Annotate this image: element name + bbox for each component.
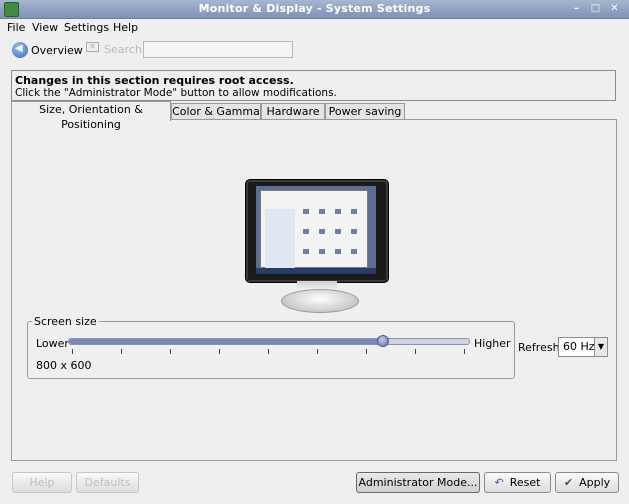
reset-button[interactable]: ↶ Reset — [484, 472, 551, 493]
slider-tick — [415, 349, 416, 354]
search-input[interactable] — [143, 41, 293, 58]
lower-label: Lower — [36, 337, 69, 350]
slider-tick — [170, 349, 171, 354]
menu-help[interactable]: Help — [113, 21, 138, 34]
preview-window — [260, 190, 368, 269]
refresh-label: Refresh: — [518, 341, 564, 354]
screen-size-group — [27, 321, 515, 379]
screen-size-label: Screen size — [32, 315, 99, 328]
menu-view[interactable]: View — [32, 21, 58, 34]
slider-fill — [69, 339, 382, 344]
reset-button-label: Reset — [509, 476, 541, 489]
monitor-preview-image — [245, 179, 389, 283]
resolution-value: 800 x 600 — [36, 359, 92, 372]
preview-icon — [335, 209, 341, 214]
reset-arrow-icon: ↶ — [494, 476, 504, 489]
notice-heading: Changes in this section requires root ac… — [15, 74, 294, 87]
slider-tick — [72, 349, 73, 354]
help-button[interactable]: Help — [12, 472, 72, 493]
close-icon[interactable]: ✕ — [608, 3, 621, 15]
menu-bar: File View Settings Help — [0, 19, 629, 37]
checkmark-icon: ✔ — [563, 476, 574, 489]
root-access-notice: Changes in this section requires root ac… — [11, 70, 616, 101]
notice-text: Click the "Administrator Mode" button to… — [15, 87, 337, 99]
defaults-button[interactable]: Defaults — [76, 472, 139, 493]
slider-tick — [268, 349, 269, 354]
help-button-label: Help — [29, 476, 55, 489]
admin-mode-label: Administrator Mode... — [358, 476, 478, 489]
slider-tick — [464, 349, 465, 354]
administrator-mode-button[interactable]: Administrator Mode... — [356, 472, 480, 493]
preview-icon — [335, 249, 341, 254]
tab-power-saving[interactable]: Power saving — [325, 103, 405, 120]
slider-tick — [121, 349, 122, 354]
preview-sidebar — [265, 209, 295, 269]
preview-icon — [335, 229, 341, 234]
overview-label: Overview — [31, 44, 83, 57]
chevron-down-icon[interactable]: ▼ — [594, 338, 607, 356]
slider-handle[interactable] — [376, 335, 389, 347]
title-bar: Monitor & Display - System Settings – □ … — [0, 0, 629, 19]
preview-icon — [351, 249, 357, 254]
refresh-rate-select[interactable]: 60 Hz ▼ — [558, 337, 608, 357]
menu-settings[interactable]: Settings — [64, 21, 109, 34]
preview-icon — [303, 209, 309, 214]
monitor-stand-base — [281, 289, 359, 313]
screen-size-slider[interactable] — [68, 335, 470, 347]
defaults-button-label: Defaults — [84, 476, 131, 489]
tab-hardware[interactable]: Hardware — [261, 103, 325, 120]
overview-button[interactable]: Overview — [11, 41, 83, 59]
slider-tick — [219, 349, 220, 354]
clear-search-icon[interactable]: ✕ — [86, 42, 99, 52]
back-arrow-icon — [12, 42, 28, 58]
preview-icon — [303, 249, 309, 254]
preview-icon — [351, 229, 357, 234]
higher-label: Higher — [474, 337, 511, 350]
preview-icon — [319, 249, 325, 254]
preview-icon — [319, 209, 325, 214]
minimize-icon[interactable]: – — [570, 3, 583, 15]
preview-icon — [351, 209, 357, 214]
apply-button-label: Apply — [579, 476, 611, 489]
slider-tick — [317, 349, 318, 354]
refresh-rate-value: 60 Hz — [563, 340, 595, 353]
apply-button[interactable]: ✔ Apply — [555, 472, 619, 493]
monitor-screen — [256, 186, 376, 274]
preview-icon — [303, 229, 309, 234]
menu-file[interactable]: File — [7, 21, 25, 34]
tab-color-gamma[interactable]: Color & Gamma — [171, 103, 261, 120]
window-title: Monitor & Display - System Settings — [198, 2, 431, 15]
slider-tick — [366, 349, 367, 354]
toolbar: Overview ✕ Search: — [0, 37, 629, 62]
preview-taskbar — [256, 268, 376, 274]
preview-icon — [319, 229, 325, 234]
maximize-icon[interactable]: □ — [589, 3, 602, 15]
tab-size-orientation[interactable]: Size, Orientation & Positioning — [11, 101, 171, 131]
search-label: Search: — [104, 43, 146, 56]
